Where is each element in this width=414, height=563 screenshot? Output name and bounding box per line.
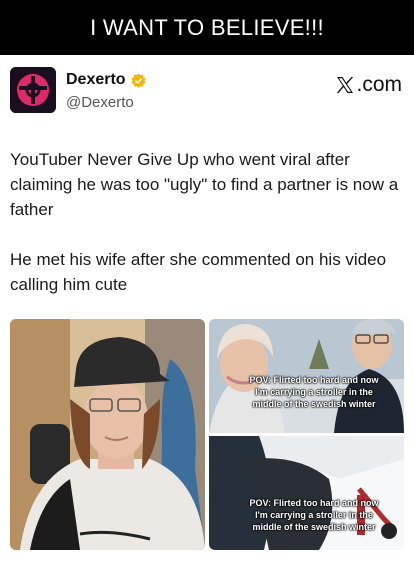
dexerto-logo-icon [10, 67, 56, 113]
verified-badge-icon [131, 72, 146, 88]
tweet-header: Dexerto @Dexerto .com [10, 67, 404, 119]
overlay-caption-top: POV: Flirted too hard and now I'm carryi… [249, 375, 379, 409]
brand-text: .com [356, 73, 402, 96]
banner-text: I WANT TO BELIEVE!!! [90, 14, 324, 40]
overlay-caption-bottom: POV: Flirted too hard and now I'm carryi… [249, 498, 379, 532]
avatar[interactable] [10, 67, 56, 113]
handle[interactable]: @Dexerto [66, 94, 134, 111]
media-photo-left[interactable] [10, 319, 205, 550]
tweet-card: Dexerto @Dexerto .com YouTuber Never Giv… [0, 55, 414, 563]
media-photo-right[interactable]: POV: Flirted too hard and now I'm carryi… [209, 319, 404, 550]
tweet-body: YouTuber Never Give Up who went viral af… [10, 147, 406, 297]
top-banner: I WANT TO BELIEVE!!! [0, 0, 414, 55]
x-brand: .com [335, 73, 402, 97]
tweet-paragraph-2: He met his wife after she commented on h… [10, 250, 387, 294]
x-logo-icon [337, 77, 354, 93]
portrait-photo [10, 319, 205, 550]
display-name[interactable]: Dexerto [66, 71, 126, 89]
name-row: Dexerto [66, 71, 146, 89]
tweet-paragraph-1: YouTuber Never Give Up who went viral af… [10, 150, 399, 219]
